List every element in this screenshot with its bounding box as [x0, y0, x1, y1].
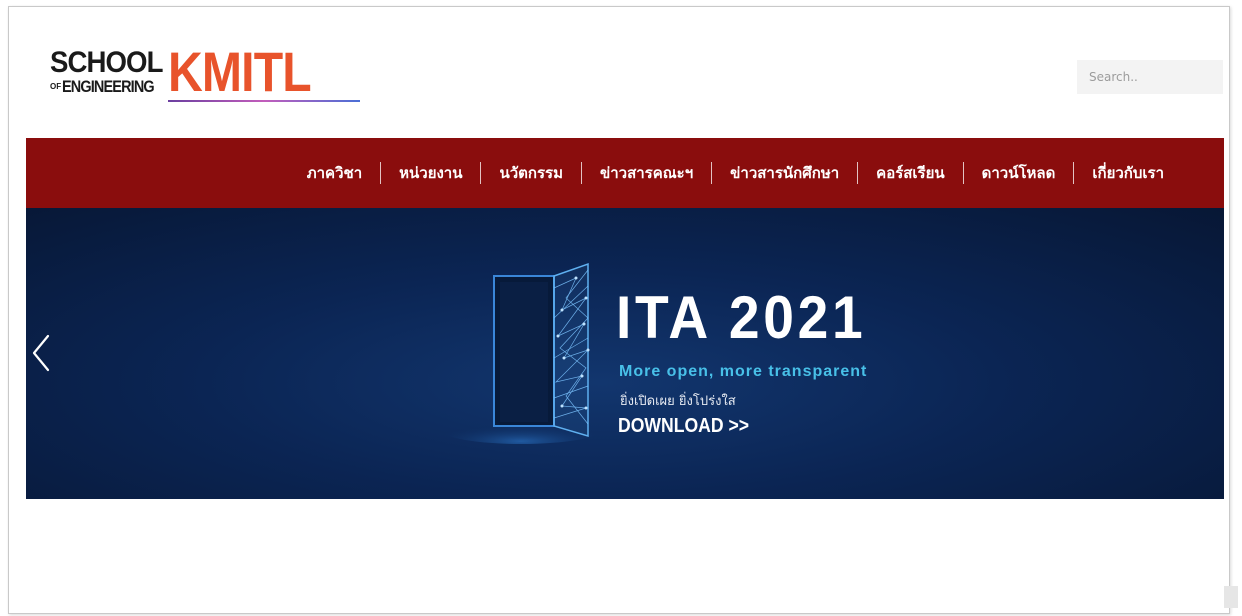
nav-item-departments[interactable]: ภาควิชา — [289, 163, 380, 183]
nav-item-student-news[interactable]: ข่าวสารนักศึกษา — [712, 163, 857, 183]
nav-item-faculty-news[interactable]: ข่าวสารคณะฯ — [582, 163, 711, 183]
logo-of-text: OF — [50, 82, 62, 91]
open-door-illustration — [441, 262, 596, 444]
nav-item-units[interactable]: หน่วยงาน — [381, 163, 480, 183]
main-nav: ภาควิชา หน่วยงาน นวัตกรรม ข่าวสารคณะฯ ข่… — [26, 138, 1224, 208]
chevron-left-icon — [32, 334, 50, 372]
logo-underline — [168, 100, 360, 102]
slider-prev-button[interactable] — [26, 328, 56, 378]
banner-title: ITA 2021 — [616, 284, 867, 351]
nav-item-innovation[interactable]: นวัตกรรม — [481, 163, 581, 183]
scrollbar-corner — [1224, 586, 1238, 608]
logo-kmitl-text: KMITL — [168, 40, 312, 103]
logo-school-text: SCHOOL — [50, 46, 163, 79]
banner-download-link[interactable]: DOWNLOAD >> — [618, 414, 749, 438]
nav-item-about[interactable]: เกี่ยวกับเรา — [1074, 163, 1182, 183]
logo-engineering-text: ENGINEERING — [62, 77, 155, 96]
hero-slider[interactable]: ITA 2021 More open, more transparent ยิ่… — [26, 208, 1224, 499]
banner-subtitle: More open, more transparent — [619, 363, 868, 380]
search-input[interactable] — [1077, 60, 1223, 94]
school-logo[interactable]: SCHOOL OF ENGINEERING KMITL — [50, 44, 360, 106]
nav-item-courses[interactable]: คอร์สเรียน — [858, 163, 962, 183]
nav-item-downloads[interactable]: ดาวน์โหลด — [964, 163, 1074, 183]
banner-thai-tagline: ยิ่งเปิดเผย ยิ่งโปร่งใส — [620, 394, 736, 409]
